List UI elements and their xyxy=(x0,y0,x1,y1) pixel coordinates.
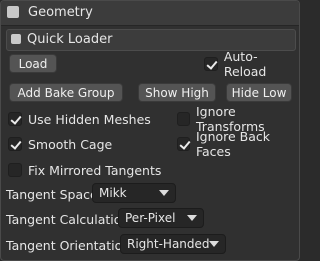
tangent-orientation-dropdown[interactable]: Right-Handed xyxy=(120,234,226,254)
auto-reload-label: Auto-Reload xyxy=(223,49,267,79)
ignore-back-faces-label: Ignore Back Faces xyxy=(195,129,271,159)
checkbox-icon[interactable] xyxy=(204,57,218,71)
collapse-icon[interactable] xyxy=(7,6,19,18)
chevron-down-icon xyxy=(209,241,219,247)
quick-loader-header[interactable]: Quick Loader xyxy=(6,29,296,51)
smooth-cage-checkbox[interactable]: Smooth Cage xyxy=(8,135,112,153)
tangent-space-dropdown[interactable]: Mikk xyxy=(92,183,176,203)
checkbox-icon[interactable] xyxy=(177,137,190,151)
checkbox-icon[interactable] xyxy=(8,163,22,177)
checkbox-icon[interactable] xyxy=(177,112,190,126)
load-button[interactable]: Load xyxy=(9,54,57,73)
chevron-down-icon xyxy=(187,215,197,221)
use-hidden-meshes-checkbox[interactable]: Use Hidden Meshes xyxy=(8,110,151,128)
tangent-calculation-dropdown[interactable]: Per-Pixel xyxy=(118,208,204,228)
ignore-transforms-checkbox[interactable]: Ignore Transforms xyxy=(177,104,299,134)
fix-mirrored-tangents-checkbox[interactable]: Fix Mirrored Tangents xyxy=(8,161,161,179)
tangent-calculation-value: Per-Pixel xyxy=(125,211,176,225)
geometry-panel: Geometry Quick Loader Load Auto-Reload A… xyxy=(0,0,300,261)
smooth-cage-label: Smooth Cage xyxy=(28,136,113,152)
tangent-space-label: Tangent Space xyxy=(6,187,98,202)
hide-low-button[interactable]: Hide Low xyxy=(226,83,292,102)
fix-mirrored-tangents-label: Fix Mirrored Tangents xyxy=(28,162,162,178)
geometry-header[interactable]: Geometry xyxy=(1,1,299,26)
auto-reload-checkbox[interactable]: Auto-Reload xyxy=(204,49,299,79)
checkbox-icon[interactable] xyxy=(8,112,22,126)
panel-title: Geometry xyxy=(28,5,93,20)
tangent-space-value: Mikk xyxy=(99,186,127,200)
checkbox-icon[interactable] xyxy=(8,137,22,151)
show-high-button[interactable]: Show High xyxy=(138,83,216,102)
tangent-orientation-label: Tangent Orientation xyxy=(6,238,131,253)
quick-loader-title: Quick Loader xyxy=(27,32,113,47)
ignore-back-faces-checkbox[interactable]: Ignore Back Faces xyxy=(177,129,299,159)
collapse-icon[interactable] xyxy=(11,34,21,44)
use-hidden-meshes-label: Use Hidden Meshes xyxy=(28,111,151,127)
add-bake-group-button[interactable]: Add Bake Group xyxy=(9,83,123,102)
tangent-orientation-value: Right-Handed xyxy=(127,237,210,251)
chevron-down-icon xyxy=(159,190,169,196)
tangent-calculation-label: Tangent Calculation xyxy=(6,212,130,227)
